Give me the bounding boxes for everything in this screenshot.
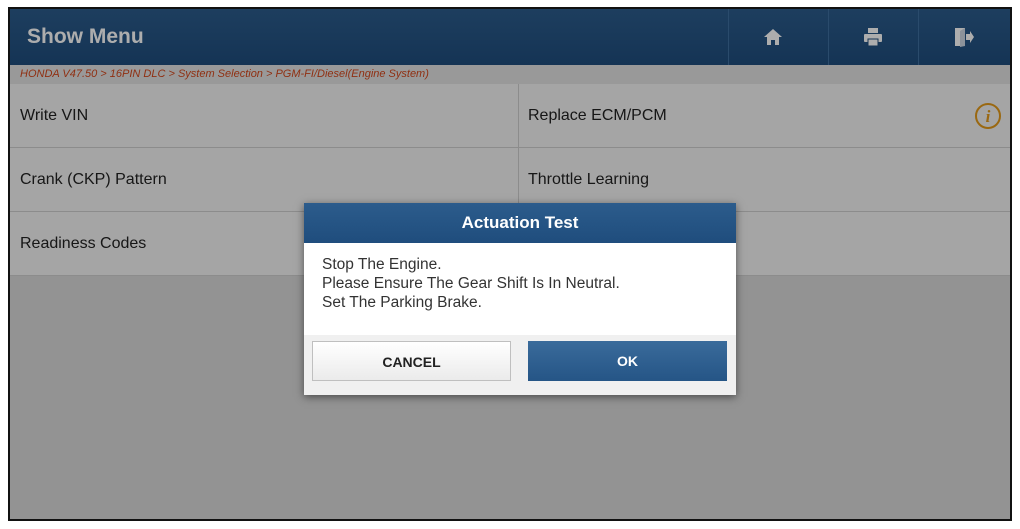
dialog-message-line: Please Ensure The Gear Shift Is In Neutr… — [322, 275, 620, 292]
ok-button[interactable]: OK — [528, 341, 727, 381]
cancel-button[interactable]: CANCEL — [312, 341, 511, 381]
dialog-title: Actuation Test — [304, 203, 736, 243]
dialog-message-line: Stop The Engine. — [322, 256, 442, 273]
dialog-message-line: Set The Parking Brake. — [322, 294, 482, 311]
dialog-message: Stop The Engine. Please Ensure The Gear … — [304, 243, 736, 323]
app-window: Show Menu HONDA V47.50 > 16PIN DLC > Sys… — [8, 7, 1012, 521]
dialog-footer: CANCEL OK — [304, 335, 736, 395]
actuation-test-dialog: Actuation Test Stop The Engine. Please E… — [304, 203, 736, 395]
